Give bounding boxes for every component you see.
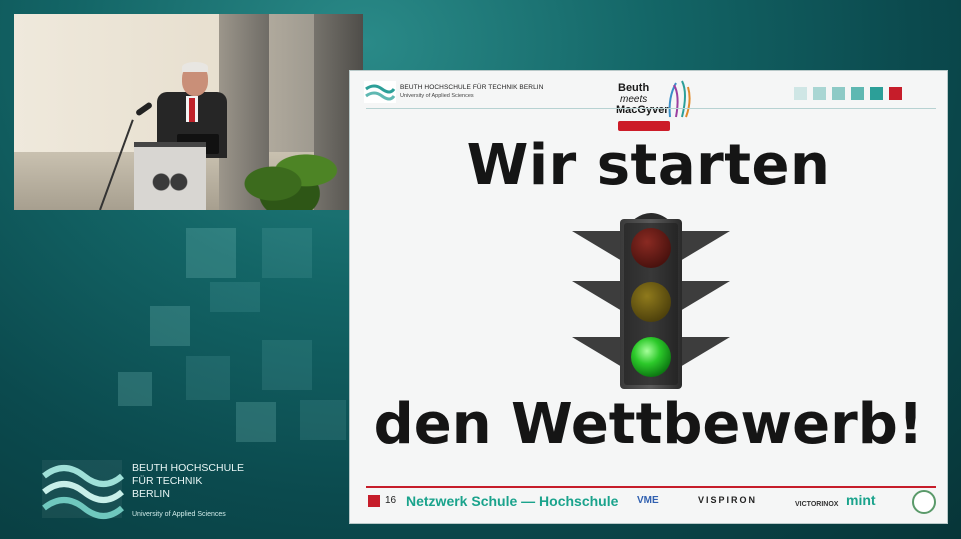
green-lamp [631, 337, 671, 377]
accent-square [889, 87, 902, 100]
sponsor-victorinox-logo: VICTORINOX [795, 501, 839, 508]
sponsor-vispiron-logo: VISPIRON [698, 495, 758, 505]
sponsor-badge-icon [912, 490, 936, 514]
bg-tile [118, 372, 152, 406]
footer-divider [366, 486, 936, 488]
traffic-light-icon [572, 213, 730, 389]
podium-emblem [148, 165, 192, 199]
speaker-camera-feed [14, 14, 363, 210]
presentation-slide: BEUTH HOCHSCHULE FÜR TECHNIK BERLIN Univ… [349, 70, 948, 524]
sponsor-vme-logo: VME [637, 495, 659, 506]
video-stage: BEUTH HOCHSCHULE FÜR TECHNIK BERLIN Univ… [0, 0, 961, 539]
footer-network-text: Netzwerk Schule — Hochschule [406, 493, 619, 509]
brand-line-1: Beuth [618, 82, 650, 94]
brand-line-3: MacGyver [616, 104, 669, 116]
slide-surface: BEUTH HOCHSCHULE FÜR TECHNIK BERLIN Univ… [350, 71, 947, 523]
institution-line-3: BERLIN [132, 488, 170, 500]
slide-page-number: 16 [385, 495, 397, 506]
slide-institution-subtitle: University of Applied Sciences [400, 93, 474, 99]
bg-tile [300, 400, 346, 440]
brand-knife-handle [618, 121, 670, 131]
accent-squares [794, 87, 908, 105]
bg-tile [236, 402, 276, 442]
sponsor-mint-logo: mint [846, 492, 876, 508]
swiss-knife-tools-icon [668, 80, 691, 118]
bg-tile [186, 356, 230, 400]
speaker-tie [189, 98, 195, 122]
accent-square [870, 87, 883, 100]
institution-line-2: FÜR TECHNIK [132, 475, 203, 487]
red-lamp [631, 228, 671, 268]
slide-institution-name: BEUTH HOCHSCHULE FÜR TECHNIK BERLIN [400, 84, 544, 91]
beuth-hochschule-logo-icon [42, 460, 124, 519]
institution-line-1: BEUTH HOCHSCHULE [132, 462, 245, 474]
bg-tile [210, 282, 260, 312]
header-divider [366, 108, 936, 109]
speaker-hair [182, 62, 208, 72]
accent-square [813, 87, 826, 100]
podium [134, 142, 206, 210]
accent-square [794, 87, 807, 100]
institution-name-block: BEUTH HOCHSCHULE FÜR TECHNIK BERLIN [132, 462, 244, 501]
slide-title-bottom: den Wettbewerb! [373, 392, 924, 457]
slide-title-top: Wir starten [466, 133, 831, 198]
plant-decoration [229, 144, 339, 210]
bg-tile [186, 228, 236, 278]
accent-square [851, 87, 864, 100]
bg-tile [262, 228, 312, 278]
bg-tile [150, 306, 190, 346]
beuth-logo-icon [364, 81, 396, 103]
institution-subtitle: University of Applied Sciences [132, 511, 226, 518]
footer-accent-square [368, 495, 380, 507]
bg-tile [262, 340, 312, 390]
accent-square [832, 87, 845, 100]
yellow-lamp [631, 282, 671, 322]
beuth-meets-macgyver-logo: Beuth meets MacGyver [612, 77, 692, 135]
